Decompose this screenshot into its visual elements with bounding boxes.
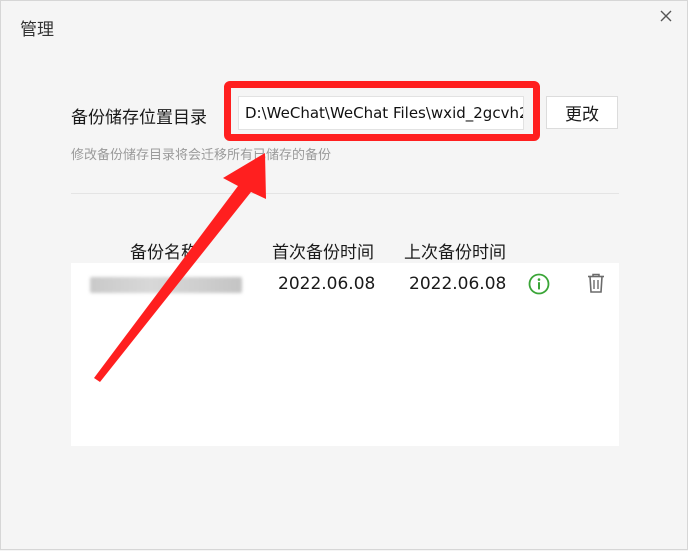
column-header-last-backup: 上次备份时间 — [404, 243, 506, 263]
backup-dir-label: 备份储存位置目录 — [71, 108, 207, 128]
column-header-first-backup: 首次备份时间 — [272, 243, 374, 263]
backup-table: 2022.06.08 2022.06.08 — [71, 263, 619, 446]
divider — [71, 193, 619, 194]
last-backup-date: 2022.06.08 — [409, 274, 507, 294]
trash-icon[interactable] — [586, 272, 606, 294]
close-icon — [660, 10, 672, 22]
first-backup-date: 2022.06.08 — [278, 274, 376, 294]
info-icon[interactable] — [528, 273, 550, 295]
change-dir-button[interactable]: 更改 — [546, 96, 618, 129]
manage-dialog: 管理 备份储存位置目录 D:\WeChat\WeChat Files\wxid_… — [0, 0, 688, 550]
close-button[interactable] — [655, 5, 677, 27]
dialog-title: 管理 — [20, 20, 54, 40]
backup-name-blurred — [90, 277, 242, 293]
backup-path-field[interactable]: D:\WeChat\WeChat Files\wxid_2gcvh2 — [238, 96, 524, 130]
backup-dir-hint: 修改备份储存目录将会迁移所有已储存的备份 — [71, 148, 332, 163]
column-header-name: 备份名称 — [130, 243, 198, 263]
